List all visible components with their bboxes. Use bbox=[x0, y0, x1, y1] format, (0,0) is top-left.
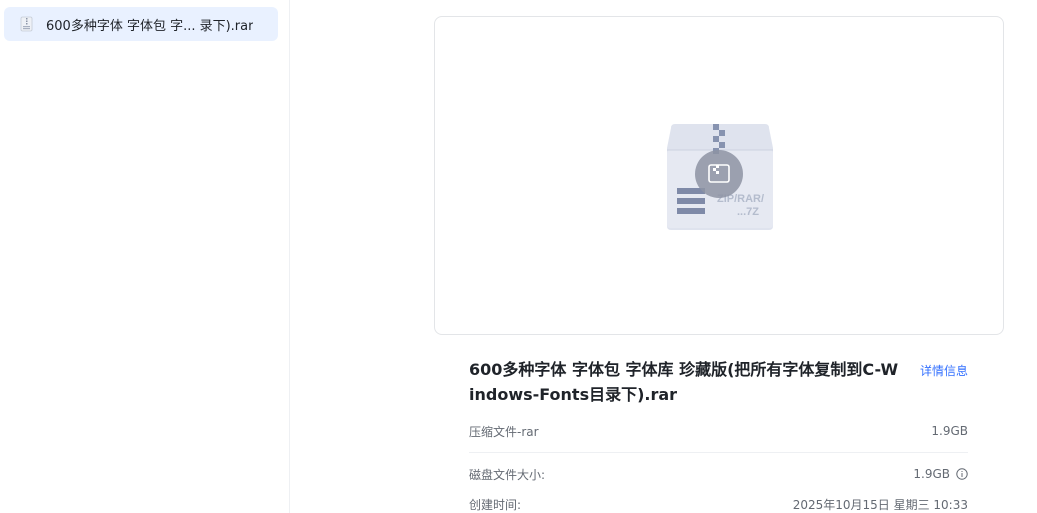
app-window: 600多种字体 字体包 字... 录下).rar ZIP/RAR/ ...7Z … bbox=[0, 0, 1037, 513]
disk-size-value-group: 1.9GB bbox=[913, 467, 968, 481]
archive-zip-icon: ZIP/RAR/ ...7Z bbox=[665, 120, 775, 232]
created-time-row: 创建时间: 2025年10月15日 星期三 10:33 bbox=[469, 495, 968, 513]
info-icon[interactable] bbox=[956, 468, 968, 480]
file-title: 600多种字体 字体包 字体库 珍藏版(把所有字体复制到C-Windows-Fo… bbox=[469, 360, 899, 404]
archive-file-icon bbox=[18, 15, 36, 33]
file-type-row: 压缩文件-rar 1.9GB bbox=[469, 422, 968, 440]
file-type-label: 压缩文件-rar bbox=[469, 424, 539, 439]
disk-size-value: 1.9GB bbox=[913, 467, 950, 481]
preview-card: ZIP/RAR/ ...7Z bbox=[434, 16, 1004, 335]
details-link[interactable]: 详情信息 bbox=[920, 362, 968, 379]
file-info-panel: 600多种字体 字体包 字体库 珍藏版(把所有字体复制到C-Windows-Fo… bbox=[469, 357, 968, 513]
disk-size-row: 磁盘文件大小: 1.9GB bbox=[469, 465, 968, 483]
disk-size-label: 磁盘文件大小: bbox=[469, 467, 546, 482]
sidebar-item-label: 600多种字体 字体包 字... 录下).rar bbox=[46, 18, 254, 34]
sidebar: 600多种字体 字体包 字... 录下).rar bbox=[0, 0, 290, 513]
title-row: 600多种字体 字体包 字体库 珍藏版(把所有字体复制到C-Windows-Fo… bbox=[469, 357, 968, 407]
divider bbox=[469, 452, 968, 453]
sidebar-item-archive[interactable]: 600多种字体 字体包 字... 录下).rar bbox=[4, 7, 278, 41]
file-type-size: 1.9GB bbox=[931, 424, 968, 438]
created-time-value: 2025年10月15日 星期三 10:33 bbox=[792, 497, 968, 512]
svg-text:...7Z: ...7Z bbox=[737, 206, 759, 218]
created-time-label: 创建时间: bbox=[469, 497, 522, 512]
